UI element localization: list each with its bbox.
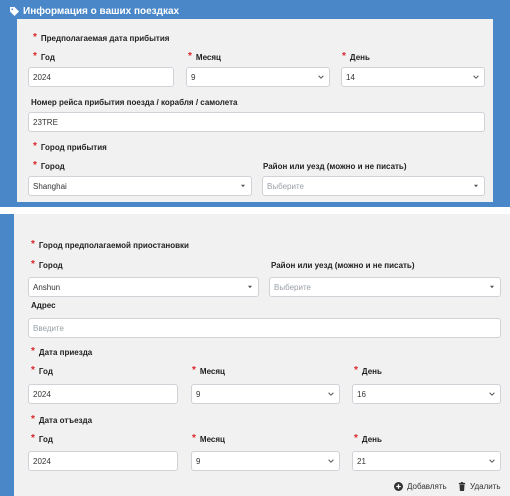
address-label: Адрес: [31, 300, 56, 310]
depart-day-select[interactable]: 21: [352, 451, 501, 471]
stay-city-label: * Город: [31, 259, 63, 270]
caret-down-icon: [490, 285, 494, 289]
stay-district-select[interactable]: Выберите: [269, 277, 501, 297]
stay-city-select[interactable]: Anshun: [28, 277, 259, 297]
chevron-down-icon: [489, 392, 495, 396]
chevron-down-icon: [318, 75, 324, 79]
add-button[interactable]: Добавлять: [394, 480, 447, 492]
arrival-date-label: * Предполагаемая дата прибытия: [33, 32, 170, 43]
add-button-label: Добавлять: [407, 481, 447, 491]
arrive-day-label: * День: [354, 365, 382, 376]
depart-day-label: * День: [354, 433, 382, 444]
arrival-month-label: * Месяц: [188, 51, 221, 62]
flight-number-label: Номер рейса прибытия поезда / корабля / …: [31, 97, 238, 107]
arrival-card: [17, 19, 493, 202]
depart-year-input[interactable]: 2024: [28, 451, 178, 471]
delete-button-label: Удалить: [470, 481, 501, 491]
chevron-down-icon: [473, 75, 479, 79]
tag-icon: [10, 6, 19, 16]
arrive-month-label: * Месяц: [192, 365, 225, 376]
stay-district-label: Район или уезд (можно и не писать): [271, 260, 415, 270]
arrive-year-input[interactable]: 2024: [28, 384, 178, 404]
trash-icon: [458, 481, 466, 491]
depart-date-label: * Дата отъезда: [31, 414, 93, 425]
chevron-down-icon: [328, 459, 334, 463]
arrival-month-select[interactable]: 9: [186, 67, 330, 87]
arrival-year-label: * Год: [33, 51, 55, 62]
depart-month-label: * Месяц: [192, 433, 225, 444]
arrival-district-select[interactable]: Выберите: [262, 176, 485, 196]
arrival-district-label: Район или уезд (можно и не писать): [263, 161, 407, 171]
panel-header: Информация о ваших поездках: [10, 4, 179, 18]
plus-circle-icon: [394, 481, 403, 491]
panel-edge: [0, 214, 14, 496]
address-input[interactable]: Введите: [28, 318, 501, 338]
arrival-day-select[interactable]: 14: [341, 67, 485, 87]
caret-down-icon: [474, 184, 478, 188]
arrival-city-section-label: * Город прибытия: [33, 141, 107, 152]
chevron-down-icon: [328, 392, 334, 396]
arrival-day-label: * День: [342, 51, 370, 62]
panel-title: Информация о ваших поездках: [23, 5, 180, 17]
caret-down-icon: [248, 285, 252, 289]
arrival-year-input[interactable]: 2024: [28, 67, 174, 87]
stay-city-section-label: * Город предполагаемой приостановки: [31, 239, 189, 250]
flight-number-input[interactable]: 23TRE: [28, 112, 485, 132]
arrive-month-select[interactable]: 9: [191, 384, 340, 404]
chevron-down-icon: [489, 459, 495, 463]
delete-button[interactable]: Удалить: [458, 480, 501, 492]
arrival-city-label: * Город: [33, 160, 65, 171]
arrive-year-label: * Год: [31, 365, 53, 376]
arrive-day-select[interactable]: 16: [352, 384, 501, 404]
arrive-date-label: * Дата приезда: [31, 346, 93, 357]
depart-year-label: * Год: [31, 433, 53, 444]
arrival-city-select[interactable]: Shanghai: [28, 176, 252, 196]
caret-down-icon: [241, 184, 245, 188]
depart-month-select[interactable]: 9: [191, 451, 340, 471]
